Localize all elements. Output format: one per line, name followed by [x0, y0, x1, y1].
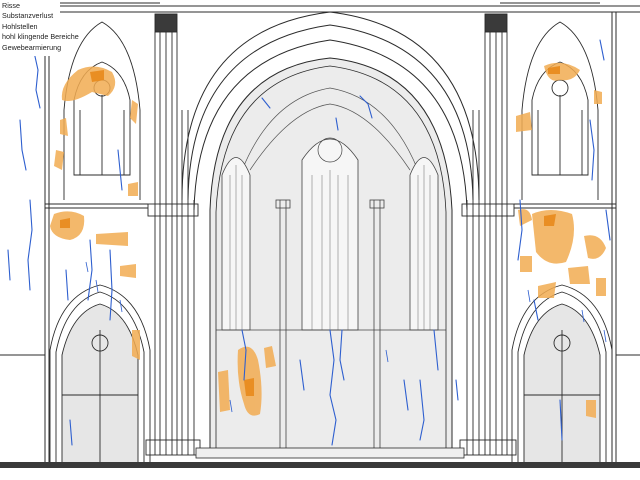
- church-elevation-svg: [0, 0, 640, 480]
- elevation-drawing: Risse Substanzverlust Hohlstellen hohl k…: [0, 0, 640, 480]
- legend-item-fabric-reinforcement: Gewebearmierung: [2, 42, 62, 52]
- legend-item-hollow-sounding-areas: hohl klingende Bereiche: [2, 32, 79, 42]
- legend-item-hollow-spaces: Hohlstellen: [2, 21, 38, 31]
- legend-item-substance-loss: Substanzverlust: [2, 11, 54, 21]
- choir-view: [195, 57, 465, 459]
- legend-item-cracks: Risse: [2, 1, 20, 10]
- ground-line: [0, 462, 640, 468]
- legend: Risse Substanzverlust Hohlstellen hohl k…: [0, 0, 79, 56]
- ground-margin: [0, 468, 640, 480]
